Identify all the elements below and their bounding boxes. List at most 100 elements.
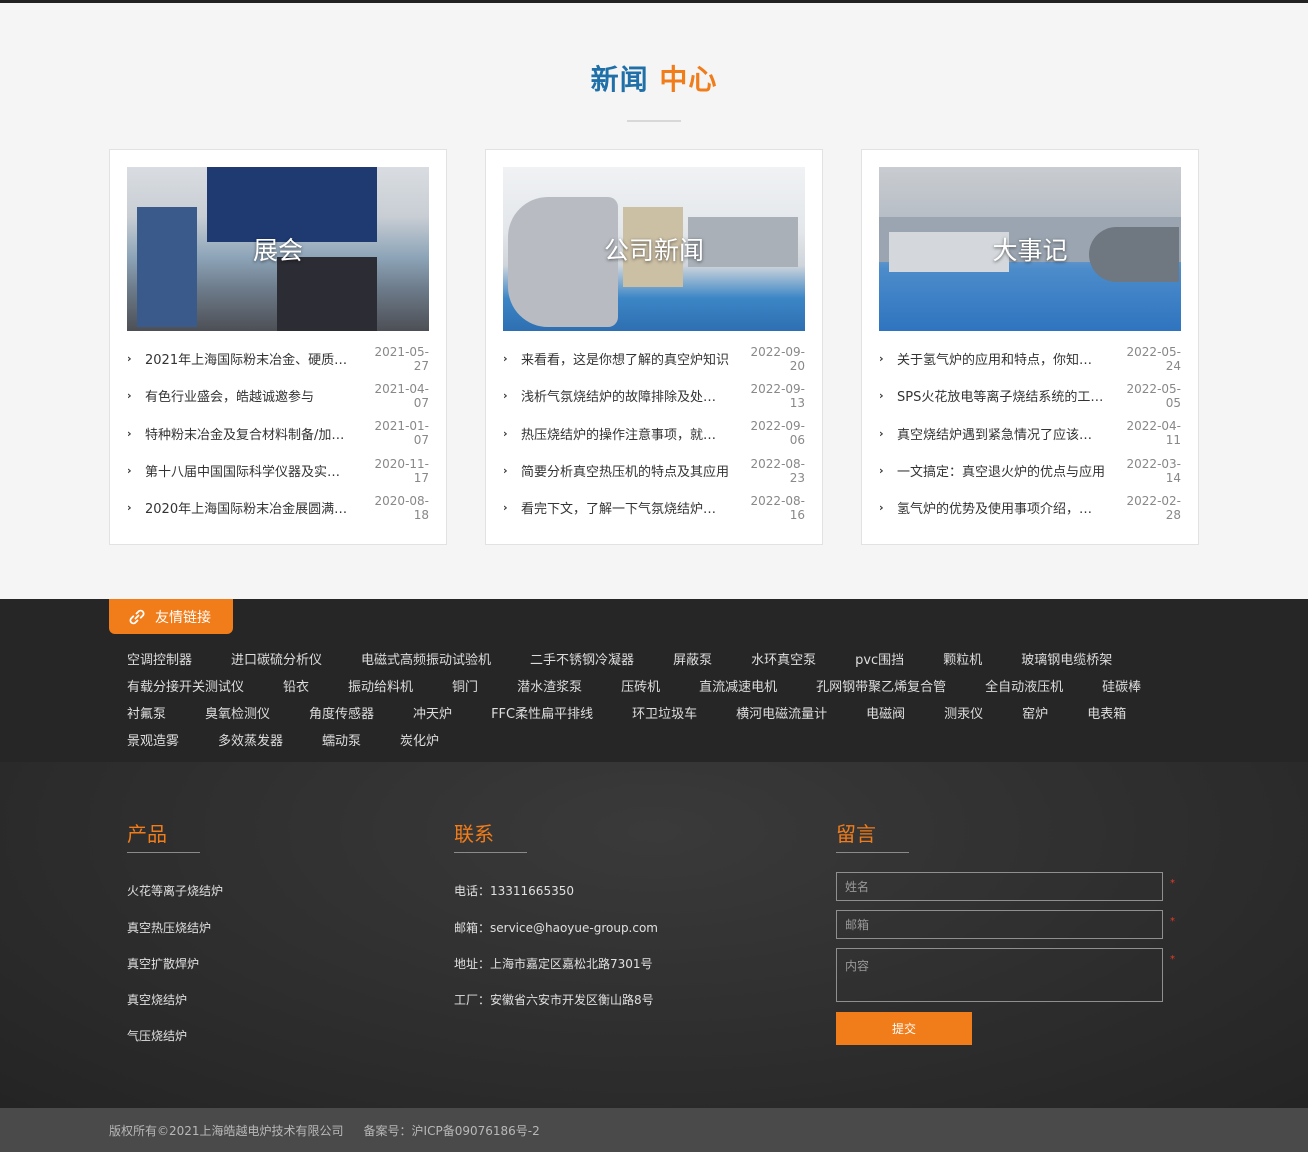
title-part-2: 中心 [659,63,718,96]
copyright-bar: 版权所有©2021上海皓越电炉技术有限公司 备案号：沪ICP备09076186号… [0,1108,1308,1152]
friend-link[interactable]: 空调控制器 [127,649,192,668]
friend-link[interactable]: 硅碳棒 [1102,676,1141,695]
news-item[interactable]: › 氢气炉的优势及使用事项介绍，值得收藏 2022-02-28 [879,489,1181,526]
milestones-image[interactable]: 大事记 [879,167,1181,331]
news-card-exhibition: 展会 ›2021年上海国际粉末冶金、硬质合金及先进陶瓷展2021-05-27 ›… [109,149,447,545]
content-textarea[interactable]: 内容 [836,948,1163,1002]
exhibition-image[interactable]: 展会 [127,167,429,331]
friend-link[interactable]: FFC柔性扁平排线 [491,703,593,722]
friend-link[interactable]: 窑炉 [1022,703,1048,722]
friend-link[interactable]: 压砖机 [621,676,660,695]
news-item[interactable]: ›第十八届中国国际科学仪器及实验室装备展览会2020-11-17 [127,452,429,489]
product-link[interactable]: 火花等离子烧结炉 [127,882,223,899]
contact-divider [454,852,527,853]
friend-link[interactable]: 炭化炉 [400,730,439,749]
required-mark: * [1170,916,1175,927]
chevron-right-icon: › [127,426,132,440]
friend-link[interactable]: 角度传感器 [309,703,374,722]
title-part-1: 新闻 [590,63,649,96]
friend-link[interactable]: 潜水渣浆泵 [517,676,582,695]
card-overlay-title: 大事记 [992,236,1068,265]
friend-links-label: 友情链接 [155,609,211,626]
products-divider [127,852,200,853]
news-item[interactable]: › 来看看，这是你想了解的真空炉知识 2022-09-20 [503,340,805,377]
friend-link[interactable]: 屏蔽泵 [673,649,712,668]
name-input[interactable]: 姓名 [836,872,1163,901]
product-link[interactable]: 真空烧结炉 [127,991,187,1008]
friend-link[interactable]: pvc围挡 [855,649,904,668]
news-center-title: 新闻 中心 [0,58,1308,98]
news-item[interactable]: › 浅析气氛烧结炉的故障排除及处理方法 2022-09-13 [503,377,805,414]
friend-link[interactable]: 全自动液压机 [985,676,1063,695]
friend-link[interactable]: 二手不锈钢冷凝器 [530,649,634,668]
email-input[interactable]: 邮箱 [836,910,1163,939]
chevron-right-icon: › [503,352,508,366]
product-link[interactable]: 真空扩散焊炉 [127,955,199,972]
news-item[interactable]: › 简要分析真空热压机的特点及其应用 2022-08-23 [503,452,805,489]
products-heading: 产品 [127,822,167,846]
chevron-right-icon: › [879,352,884,366]
friend-link[interactable]: 进口碳硫分析仪 [231,649,322,668]
chevron-right-icon: › [503,389,508,403]
friend-link[interactable]: 测汞仪 [944,703,983,722]
links-row: 有载分接开关测试仪 铅衣 振动给料机 铜门 潜水渣浆泵 压砖机 直流减速电机 孔网钢带聚乙烯复… [127,676,1141,695]
friend-link[interactable]: 环卫垃圾车 [632,703,697,722]
contact-heading: 联系 [454,822,494,846]
friend-link[interactable]: 铅衣 [283,676,309,695]
chevron-right-icon: › [127,464,132,478]
friend-link[interactable]: 颗粒机 [943,649,982,668]
friend-link[interactable]: 电表箱 [1087,703,1126,722]
friend-link[interactable]: 水环真空泵 [751,649,816,668]
news-center-section: 新闻 中心 展会 ›2021年上海国际粉末冶金、硬质合金及先进陶瓷展2021-0… [0,3,1308,599]
product-link[interactable]: 气压烧结炉 [127,1027,187,1044]
news-item[interactable]: › SPS火花放电等离子烧结系统的工作原理 2022-05-05 [879,377,1181,414]
title-divider [627,120,681,122]
friend-link[interactable]: 电磁式高频振动试验机 [361,649,491,668]
friend-link[interactable]: 有载分接开关测试仪 [127,676,244,695]
friend-link[interactable]: 振动给料机 [348,676,413,695]
chevron-right-icon: › [879,389,884,403]
company-news-image[interactable]: 公司新闻 [503,167,805,331]
friend-links-tab: 友情链接 [109,599,233,634]
site-footer: 产品 火花等离子烧结炉 真空热压烧结炉 真空扩散焊炉 真空烧结炉 气压烧结炉 联… [0,762,1308,1108]
news-item[interactable]: › 看完下文，了解一下气氛烧结炉的结构 2022-08-16 [503,489,805,526]
required-mark: * [1170,954,1175,965]
friend-link[interactable]: 铜门 [452,676,478,695]
news-item[interactable]: › 关于氢气炉的应用和特点，你知道多少 2022-05-24 [879,340,1181,377]
friend-link[interactable]: 冲天炉 [413,703,452,722]
chevron-right-icon: › [879,464,884,478]
links-row: 衬氟泵 臭氧检测仪 角度传感器 冲天炉 FFC柔性扁平排线 环卫垃圾车 横河电磁流量计 电磁阀… [127,703,1126,722]
friend-link[interactable]: 玻璃钢电缆桥架 [1021,649,1112,668]
link-icon [129,609,145,624]
friend-link[interactable]: 直流减速电机 [699,676,777,695]
icp-link[interactable]: 备案号：沪ICP备09076186号-2 [364,1122,540,1139]
friend-link[interactable]: 横河电磁流量计 [736,703,827,722]
news-card-milestones: 大事记 › 关于氢气炉的应用和特点，你知道多少 2022-05-24 › SPS火花放… [861,149,1199,545]
friend-link[interactable]: 电磁阀 [866,703,905,722]
news-card-company-news: 公司新闻 › 来看看，这是你想了解的真空炉知识 2022-09-20 › 浅析气氛烧结… [485,149,823,545]
news-item[interactable]: › 热压烧结炉的操作注意事项，就在这里 2022-09-06 [503,415,805,452]
news-item[interactable]: › 2020年上海国际粉末冶金展圆满落幕 2020-08-18 [127,489,429,526]
chevron-right-icon: › [503,501,508,515]
friend-link[interactable]: 多效蒸发器 [218,730,283,749]
message-heading: 留言 [836,822,876,846]
news-item[interactable]: › 真空烧结炉遇到紧急情况了应该怎么办 2022-04-11 [879,415,1181,452]
chevron-right-icon: › [879,501,884,515]
product-link[interactable]: 真空热压烧结炉 [127,919,211,936]
friend-link[interactable]: 孔网钢带聚乙烯复合管 [816,676,946,695]
news-item[interactable]: ›特种粉末冶金及复合材料制备/加工技术交流会2021-01-07 [127,415,429,452]
news-item[interactable]: › 一文搞定：真空退火炉的优点与应用 2022-03-14 [879,452,1181,489]
news-item[interactable]: › 有色行业盛会，皓越诚邀参与 2021-04-07 [127,377,429,414]
news-item[interactable]: ›2021年上海国际粉末冶金、硬质合金及先进陶瓷展2021-05-27 [127,340,429,377]
friend-link[interactable]: 景观造雾 [127,730,179,749]
friend-link[interactable]: 蠕动泵 [322,730,361,749]
submit-button[interactable]: 提交 [836,1012,972,1045]
card-overlay-title: 展会 [252,236,303,265]
chevron-right-icon: › [879,426,884,440]
copyright-text: 版权所有©2021上海皓越电炉技术有限公司 [109,1123,344,1138]
chevron-right-icon: › [503,426,508,440]
news-list: › 来看看，这是你想了解的真空炉知识 2022-09-20 › 浅析气氛烧结炉的故障排… [503,340,805,526]
friend-link[interactable]: 臭氧检测仪 [205,703,270,722]
required-mark: * [1170,878,1175,889]
friend-link[interactable]: 衬氟泵 [127,703,166,722]
